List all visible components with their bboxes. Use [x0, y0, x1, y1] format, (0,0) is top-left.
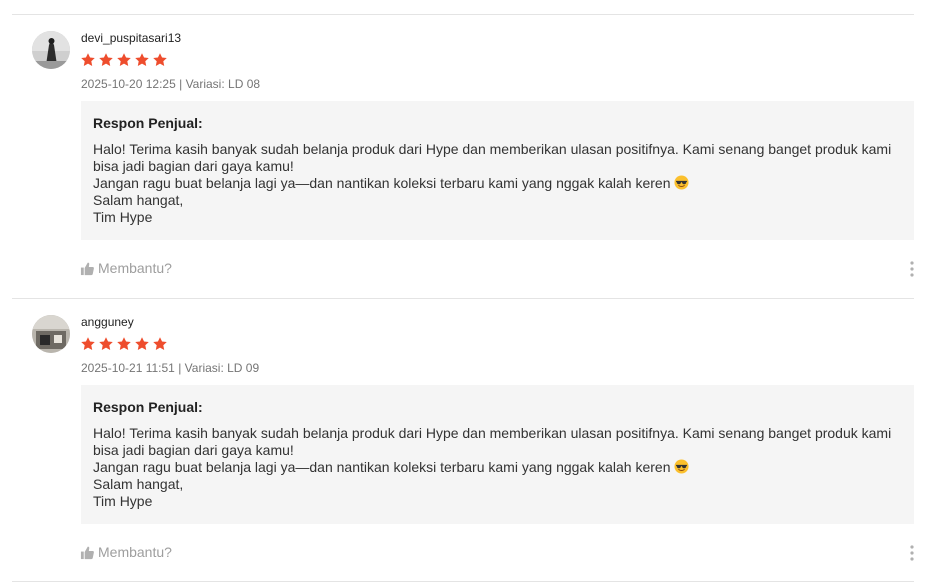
- review-item: angguney 2025-10-21 11:51 | Variasi: LD …: [0, 298, 929, 582]
- avatar[interactable]: [32, 315, 70, 353]
- star-icon: [117, 53, 131, 66]
- review-variant: Variasi: LD 08: [185, 77, 261, 91]
- response-line: Tim Hype: [93, 209, 153, 225]
- response-line: Tim Hype: [93, 493, 153, 509]
- seller-response: Respon Penjual: Halo! Terima kasih banya…: [81, 101, 914, 240]
- thumbs-up-icon: [80, 262, 94, 275]
- response-line: Salam hangat,: [93, 476, 184, 492]
- response-line-text: Jangan ragu buat belanja lagi ya—dan nan…: [93, 459, 671, 475]
- sunglasses-emoji-icon: [673, 175, 689, 190]
- helpful-button[interactable]: Membantu?: [80, 544, 172, 560]
- review-date: 2025-10-20 12:25: [81, 77, 176, 91]
- star-icon: [81, 53, 95, 66]
- meta-separator: |: [179, 77, 183, 91]
- divider-bottom: [12, 581, 914, 582]
- sunglasses-emoji-icon: [673, 459, 689, 474]
- star-icon: [99, 53, 113, 66]
- avatar[interactable]: [32, 31, 70, 69]
- review-date: 2025-10-21 11:51: [81, 361, 175, 375]
- meta-separator: |: [178, 361, 182, 375]
- review-meta: 2025-10-21 11:51 | Variasi: LD 09: [81, 361, 259, 375]
- helpful-label: Membantu?: [98, 260, 172, 276]
- response-line: Jangan ragu buat belanja lagi ya—dan nan…: [93, 459, 902, 476]
- response-line: bisa jadi bagian dari gaya kamu!: [93, 442, 294, 458]
- rating-stars: [80, 52, 168, 68]
- helpful-button[interactable]: Membantu?: [80, 260, 172, 276]
- review-item: devi_puspitasari13 2025-10-20 12:25 | Va…: [0, 14, 929, 298]
- star-icon: [135, 337, 149, 350]
- star-icon: [153, 53, 167, 66]
- more-options-button[interactable]: [904, 260, 920, 278]
- more-vertical-icon: [910, 545, 914, 561]
- star-icon: [153, 337, 167, 350]
- more-options-button[interactable]: [904, 544, 920, 562]
- response-title: Respon Penjual:: [93, 399, 203, 415]
- username: devi_puspitasari13: [81, 31, 182, 45]
- review-meta: 2025-10-20 12:25 | Variasi: LD 08: [81, 77, 260, 91]
- username: angguney: [81, 315, 134, 329]
- response-line: Salam hangat,: [93, 192, 184, 208]
- response-line: Halo! Terima kasih banyak sudah belanja …: [93, 425, 892, 441]
- response-title: Respon Penjual:: [93, 115, 203, 131]
- response-line: Jangan ragu buat belanja lagi ya—dan nan…: [93, 175, 902, 192]
- thumbs-up-icon: [80, 546, 94, 559]
- seller-response: Respon Penjual: Halo! Terima kasih banya…: [81, 385, 914, 524]
- star-icon: [117, 337, 131, 350]
- response-line: bisa jadi bagian dari gaya kamu!: [93, 158, 294, 174]
- review-variant: Variasi: LD 09: [184, 361, 260, 375]
- star-icon: [99, 337, 113, 350]
- more-vertical-icon: [910, 261, 914, 277]
- helpful-label: Membantu?: [98, 544, 172, 560]
- response-line-text: Jangan ragu buat belanja lagi ya—dan nan…: [93, 175, 671, 191]
- star-icon: [81, 337, 95, 350]
- rating-stars: [80, 336, 168, 352]
- response-line: Halo! Terima kasih banyak sudah belanja …: [93, 141, 892, 157]
- star-icon: [135, 53, 149, 66]
